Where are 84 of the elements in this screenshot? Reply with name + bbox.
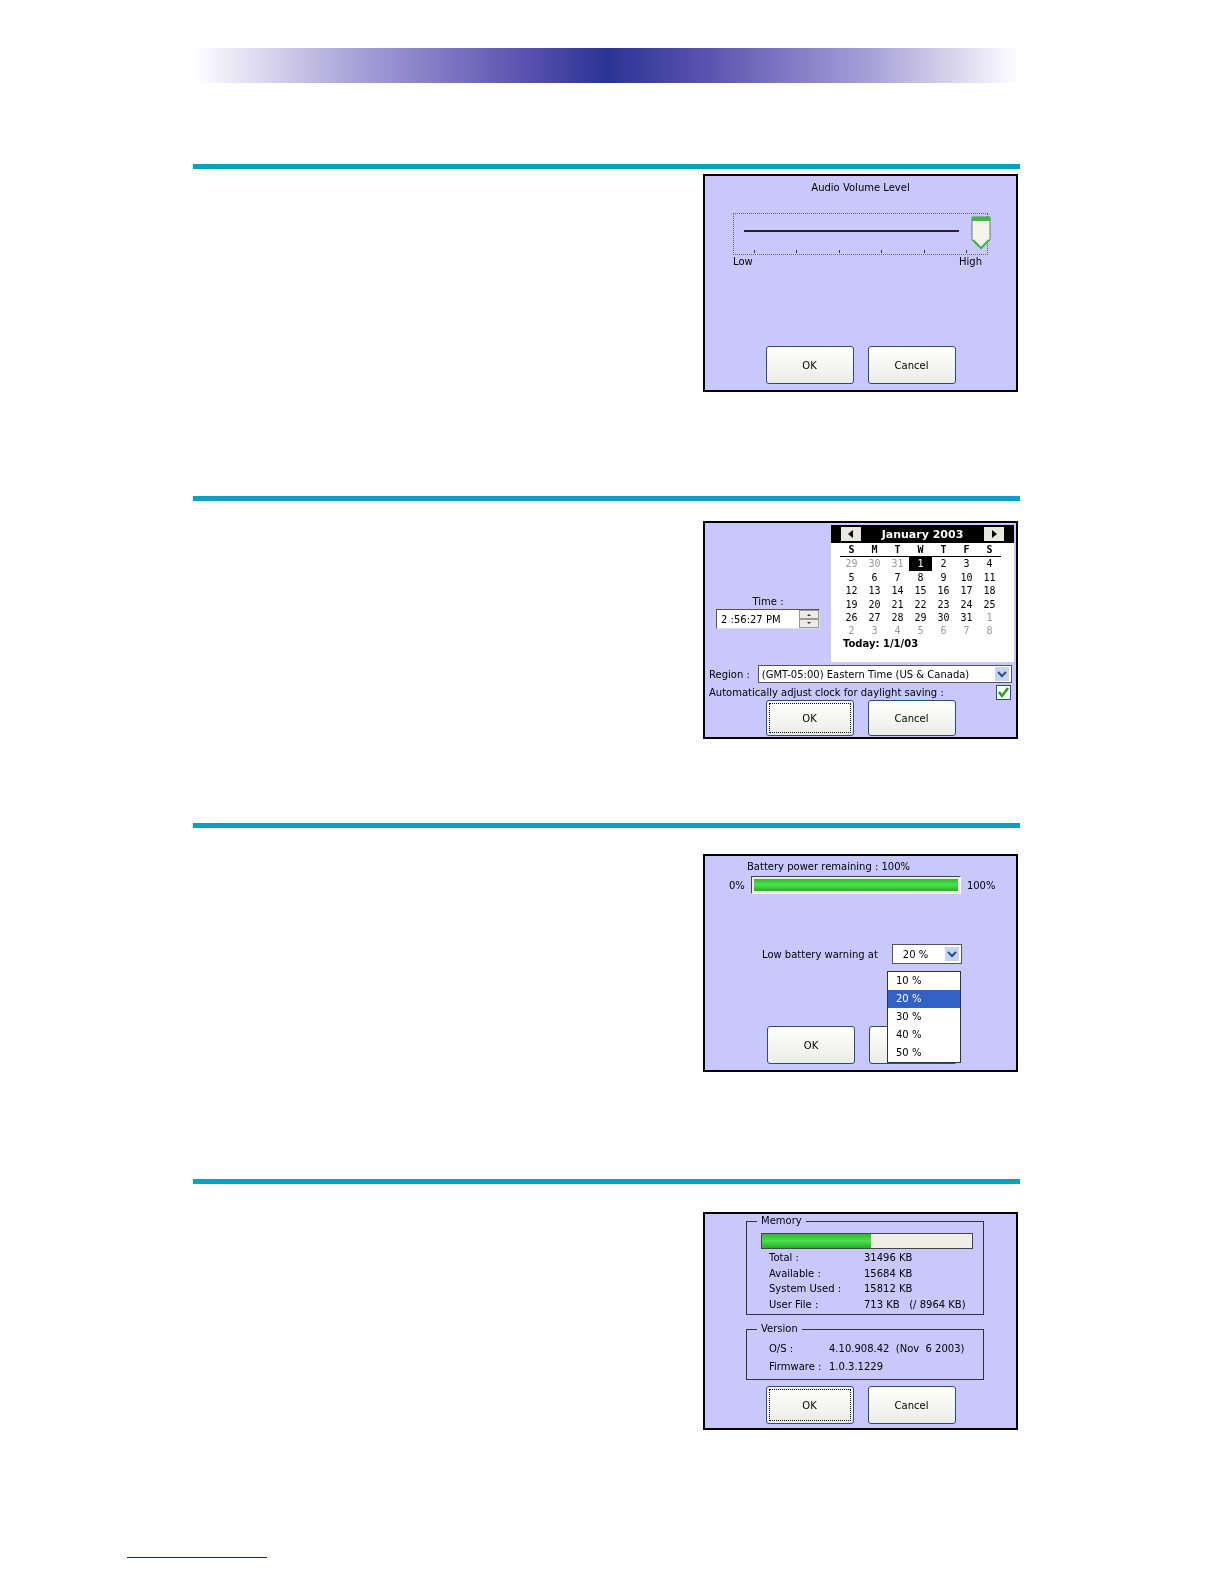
high-label: High [959,256,982,267]
calendar-day[interactable]: 19 [840,597,863,612]
calendar-day[interactable]: 2 [932,557,955,571]
month-title: January 2003 [881,527,964,541]
calendar-day[interactable]: 16 [932,584,955,598]
calendar-day[interactable]: 8 [909,570,932,585]
calendar-day[interactable]: 27 [863,611,886,625]
info-label: Total : [769,1251,800,1265]
calendar-day[interactable]: 4 [978,557,1001,571]
battery-remaining-label: Battery power remaining : 100% [747,861,912,872]
calendar-day[interactable]: 29 [909,611,932,625]
low-battery-warning-label: Low battery warning at [762,948,878,960]
low-label: Low [733,256,753,267]
info-label: O/S : [769,1342,795,1356]
slider-thumb[interactable] [971,216,991,250]
calendar-day[interactable]: 21 [886,597,909,612]
info-value: 4.10.908.42 (Nov 6 2003) [829,1342,965,1356]
region-label: Region : [709,668,750,680]
ok-button[interactable]: OK [765,1386,854,1424]
group-title: Version [757,1323,802,1335]
calendar-day[interactable]: 22 [909,597,932,612]
cancel-button[interactable]: Cancel [867,1386,956,1424]
cancel-button[interactable]: Cancel [867,346,956,384]
calendar-day[interactable]: 18 [978,584,1001,598]
calendar-day[interactable]: 10 [955,570,978,585]
info-label: Firmware : [769,1360,823,1374]
time-label: Time : [752,596,784,607]
calendar-day[interactable]: 25 [978,597,1001,612]
calendar-day[interactable]: 9 [932,570,955,585]
calendar-day[interactable]: 5 [840,570,863,585]
calendar-day[interactable]: 1 [909,557,932,571]
info-value: 15812 KB [864,1282,913,1296]
time-field[interactable]: 2 :56:27 PM [716,609,820,629]
info-value: 713 KB (/ 8964 KB) [864,1297,966,1312]
calendar-day[interactable]: 31 [955,611,978,625]
info-label: User File : [769,1297,820,1312]
calendar-day[interactable]: 24 [955,597,978,612]
today-label[interactable]: Today: 1/1/03 [843,637,1014,649]
calendar-day[interactable]: 26 [840,611,863,625]
spin-arrows-icon[interactable] [799,610,819,628]
calendar-day[interactable]: 30 [932,611,955,625]
dropdown-option[interactable]: 50 % [888,1044,960,1062]
calendar-day[interactable]: 3 [955,557,978,571]
dropdown-option[interactable]: 10 % [888,972,960,990]
calendar-day[interactable]: 17 [955,584,978,598]
ok-button[interactable]: OK [765,700,854,736]
info-value: 1.0.3.1229 [829,1360,884,1374]
weekday-header: M [863,543,886,558]
weekday-header: T [932,543,955,558]
calendar-day[interactable]: 23 [932,597,955,612]
info-label: Available : [769,1266,822,1281]
calendar-day[interactable]: 13 [863,584,886,598]
dialog-title: Audio Volume Level [810,182,911,193]
warning-level-dropdown[interactable]: 20 % [891,944,962,964]
weekday-header: S [840,543,863,558]
calendar-day[interactable]: 12 [840,584,863,598]
weekday-header: T [886,543,909,558]
calendar-day[interactable]: 28 [886,611,909,625]
volume-slider[interactable] [733,213,988,255]
ok-button[interactable]: OK [767,1026,855,1064]
min-label: 0% [729,879,745,891]
ok-button[interactable]: OK [765,346,854,384]
previous-month-icon[interactable] [841,527,861,541]
group-title: Memory [757,1215,806,1227]
calendar-day[interactable]: 20 [863,597,886,612]
region-dropdown[interactable]: (GMT-05:00) Eastern Time (US & Canada) [757,665,1012,683]
calendar-day[interactable]: 11 [978,570,1001,585]
weekday-header: S [978,543,1001,558]
daylight-saving-label: Automatically adjust clock for daylight saving : [709,687,944,698]
dropdown-option[interactable]: 40 % [888,1026,960,1044]
info-label: System Used : [769,1282,843,1296]
dropdown-option[interactable]: 20 % [888,990,960,1008]
dropdown-option[interactable]: 30 % [888,1008,960,1026]
calendar-day[interactable]: 15 [909,584,932,598]
next-month-icon[interactable] [984,527,1004,541]
calendar-day[interactable]: 14 [886,584,909,598]
weekday-header: F [955,543,978,558]
cancel-button[interactable]: Cancel [867,700,956,736]
info-value: 31496 KB [864,1251,913,1265]
max-label: 100% [966,879,996,891]
calendar-day[interactable]: 6 [863,570,886,585]
calendar-day[interactable]: 7 [886,570,909,585]
info-value: 15684 KB [864,1266,913,1281]
daylight-saving-checkbox[interactable] [996,685,1011,700]
